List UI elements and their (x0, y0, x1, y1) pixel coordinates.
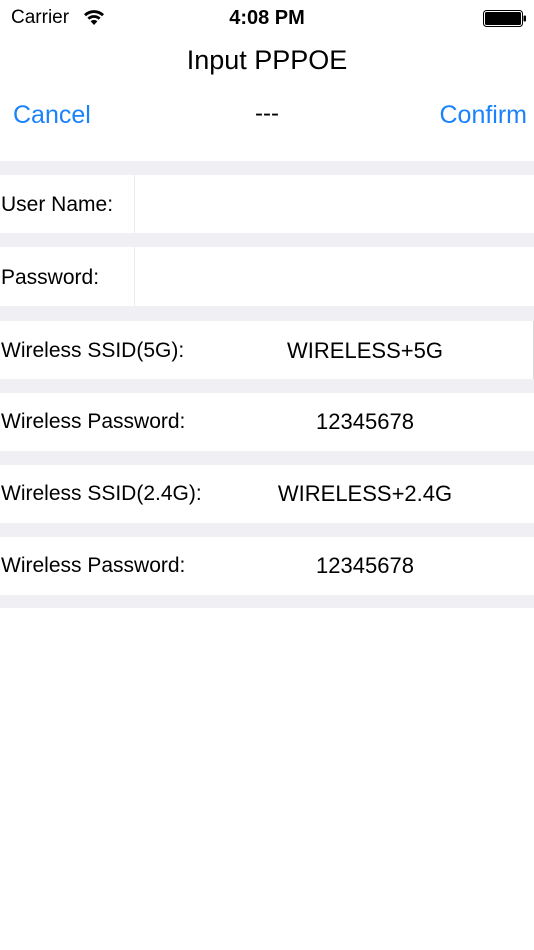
section-divider (0, 451, 534, 465)
ssid-5g-row: Wireless SSID(5G): WIRELESS+5G (0, 321, 534, 379)
user-name-input[interactable] (134, 175, 534, 233)
password-24g-label: Wireless Password: (1, 554, 186, 577)
password-5g-value[interactable]: 12345678 (198, 409, 532, 435)
password-label: Password: (1, 266, 100, 289)
user-name-label: User Name: (1, 193, 114, 216)
ssid-5g-value[interactable]: WIRELESS+5G (198, 338, 532, 364)
confirm-button[interactable]: Confirm (439, 99, 527, 131)
ssid-24g-value[interactable]: WIRELESS+2.4G (198, 481, 532, 507)
section-divider (0, 595, 534, 608)
password-input[interactable] (134, 247, 534, 306)
user-name-row: User Name: (0, 175, 534, 233)
ssid-24g-label: Wireless SSID(2.4G): (1, 482, 202, 505)
ssid-5g-label: Wireless SSID(5G): (1, 339, 185, 362)
password-row: Password: (0, 247, 534, 306)
section-divider (0, 233, 534, 247)
password-24g-row: Wireless Password: 12345678 (0, 537, 534, 595)
password-5g-row: Wireless Password: 12345678 (0, 393, 534, 451)
section-divider (0, 306, 534, 321)
password-24g-value[interactable]: 12345678 (198, 553, 532, 579)
page-title: Input PPPOE (186, 45, 348, 75)
password-5g-label: Wireless Password: (1, 410, 186, 433)
section-divider (0, 379, 534, 393)
ssid-24g-row: Wireless SSID(2.4G): WIRELESS+2.4G (0, 465, 534, 523)
time-label: 4:08 PM (229, 7, 305, 29)
section-divider (0, 523, 534, 537)
battery-icon (483, 10, 526, 27)
section-divider (0, 161, 534, 175)
status-bar: Carrier 4:08 PM (0, 0, 534, 38)
